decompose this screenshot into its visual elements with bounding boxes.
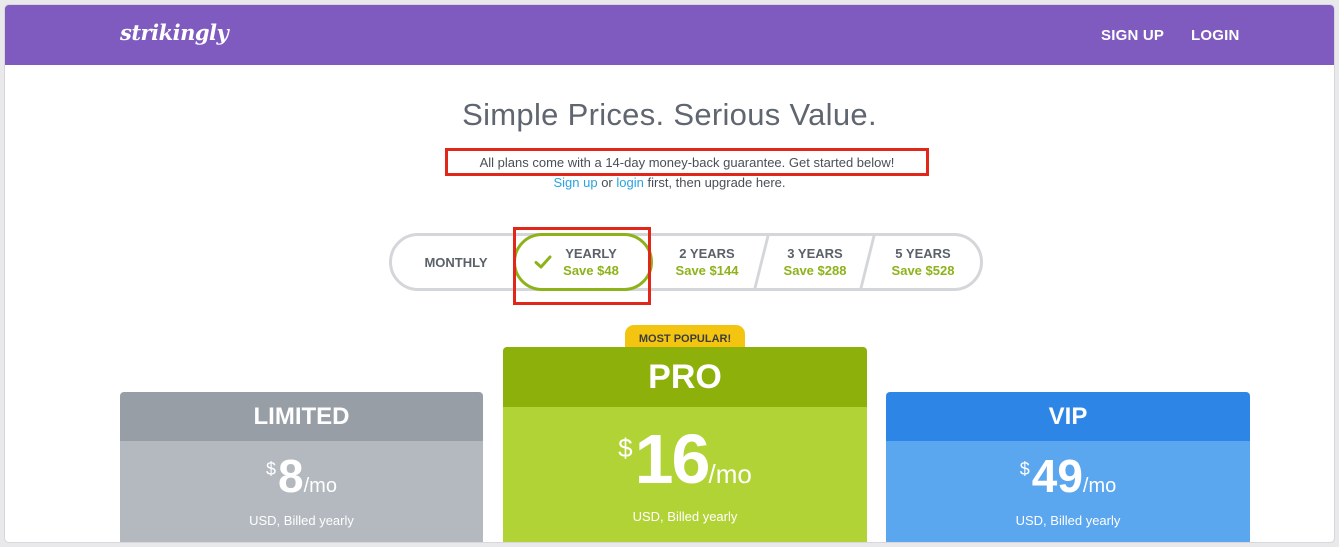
billing-option-savings: Save $288 [783,263,847,278]
login-link[interactable]: login [616,175,643,190]
plan-price-area: $8/mo USD, Billed yearly [120,441,483,542]
billing-option-title: 2 YEARS [679,246,735,261]
plan-price: $8/mo [120,449,483,503]
yearly-highlight-box [513,227,651,305]
billing-option-monthly[interactable]: MONTHLY [418,236,494,288]
plan-card-pro[interactable]: PRO $16/mo USD, Billed yearly [503,347,867,542]
billing-note: USD, Billed yearly [1015,513,1121,528]
signup-link[interactable]: Sign up [553,175,597,190]
signup-nav-link[interactable]: SIGN UP [1101,27,1164,44]
price-period: /mo [303,475,337,497]
plan-name: PRO [503,347,867,407]
billing-option-5-years[interactable]: 5 YEARS Save $528 [870,236,976,288]
plan-card-limited[interactable]: LIMITED $8/mo USD, Billed yearly [120,392,483,542]
price-amount: 49 [1031,450,1083,502]
currency-symbol: $ [1019,459,1030,479]
price-period: /mo [1082,475,1117,497]
plan-name: LIMITED [120,392,483,441]
billing-option-title: MONTHLY [424,254,488,270]
signup-prompt: Sign up or login first, then upgrade her… [5,175,1334,190]
price-amount: 16 [634,420,711,498]
billing-option-title: 3 YEARS [787,246,843,261]
price-period: /mo [708,459,752,489]
plan-name: VIP [886,392,1250,441]
guarantee-text: All plans come with a 14-day money-back … [479,154,895,170]
plan-price-area: $49/mo USD, Billed yearly [886,441,1250,542]
billing-option-3-years[interactable]: 3 YEARS Save $288 [762,236,868,288]
billing-note: USD, Billed yearly [632,509,738,524]
currency-symbol: $ [618,433,633,463]
plan-price: $16/mo [503,419,867,499]
plan-card-vip[interactable]: VIP $49/mo USD, Billed yearly [886,392,1250,542]
currency-symbol: $ [266,459,277,479]
price-amount: 8 [278,450,304,502]
plan-price-area: $16/mo USD, Billed yearly [503,407,867,542]
billing-option-savings: Save $528 [891,263,955,278]
browser-viewport: strikingly SIGN UP LOGIN Simple Prices. … [5,5,1334,542]
billing-period-toggle: MONTHLY YEARLY Save $48 2 YEARS Save $14… [389,233,983,291]
signup-suffix-text: first, then upgrade here. [647,175,786,190]
or-text: or [601,175,613,190]
billing-note: USD, Billed yearly [249,513,354,528]
page-headline: Simple Prices. Serious Value. [462,97,877,132]
plan-price: $49/mo [886,449,1250,503]
billing-option-title: 5 YEARS [895,246,951,261]
top-nav-bar: strikingly SIGN UP LOGIN [5,5,1334,65]
billing-option-savings: Save $144 [675,263,739,278]
guarantee-highlight-box: All plans come with a 14-day money-back … [445,148,929,176]
strikingly-logo[interactable]: strikingly [120,20,229,45]
login-nav-link[interactable]: LOGIN [1191,27,1240,44]
billing-option-2-years[interactable]: 2 YEARS Save $144 [656,236,758,288]
